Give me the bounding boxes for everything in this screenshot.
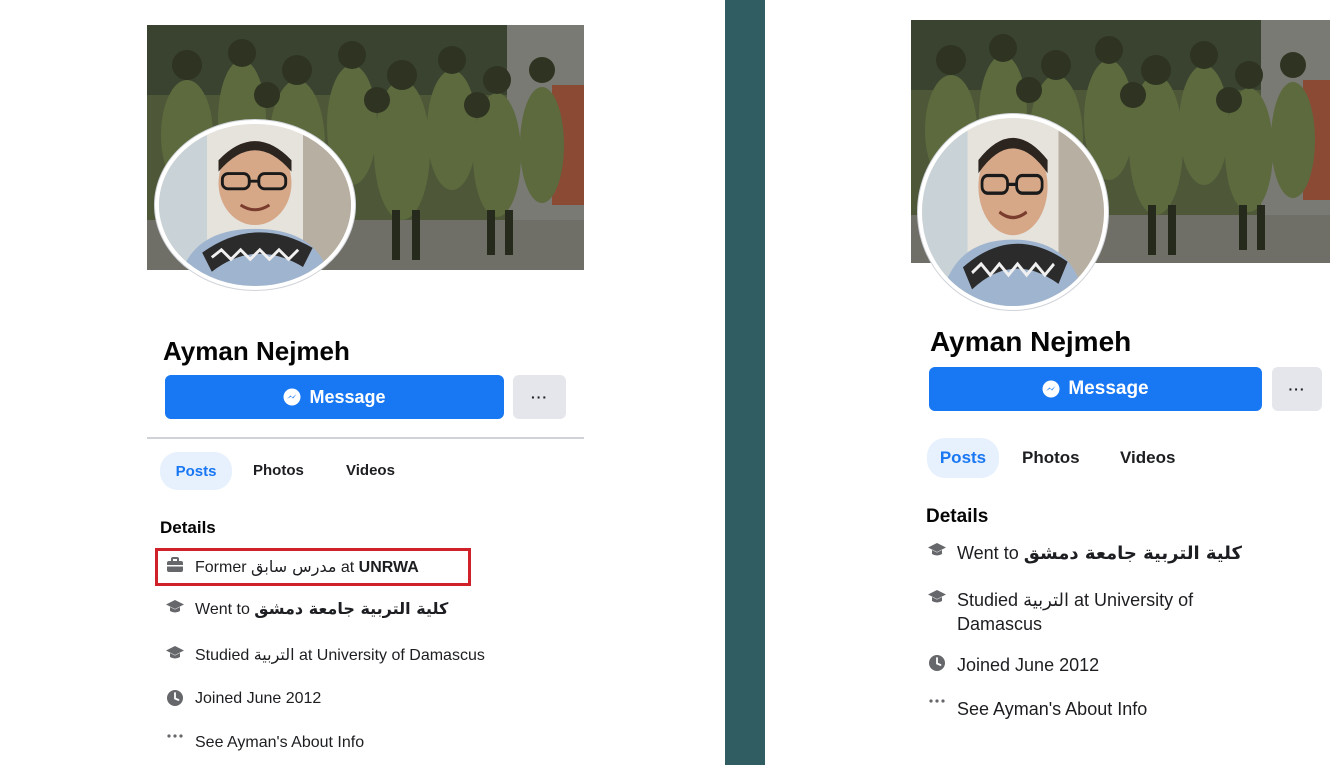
panel-divider-bar: [725, 0, 765, 765]
briefcase-icon: [165, 557, 185, 573]
see-about-link[interactable]: See Ayman's About Info: [957, 698, 1147, 721]
studied-prefix: Studied: [957, 590, 1019, 610]
went-to-prefix: Went to: [957, 543, 1019, 563]
joined-text: Joined June 2012: [195, 690, 322, 707]
detail-studied: Studied التربية at University of Damascu…: [927, 589, 1193, 635]
details-heading: Details: [160, 518, 216, 537]
work-at: at: [340, 559, 355, 576]
studied-field-arabic: التربية: [253, 645, 295, 664]
profile-avatar-image: [922, 118, 1104, 306]
ellipsis-icon: [165, 733, 185, 739]
left-profile-panel: Ayman Nejmeh Message ··· Posts Photos Vi…: [0, 0, 725, 765]
work-prefix: Former: [195, 559, 247, 576]
ellipsis-icon: ···: [531, 389, 548, 405]
message-button-label: Message: [1068, 378, 1149, 399]
message-button[interactable]: Message: [165, 375, 504, 419]
went-to-school-link[interactable]: كلية التربية جامعة دمشق: [254, 599, 448, 618]
ellipsis-icon: [927, 698, 947, 704]
see-about-link[interactable]: See Ayman's About Info: [195, 733, 364, 753]
messenger-icon: [283, 388, 301, 406]
more-options-button[interactable]: ···: [1272, 367, 1322, 411]
tab-posts[interactable]: Posts: [160, 452, 232, 490]
studied-suffix-line1: at University of: [1074, 590, 1194, 610]
studied-suffix-line2: Damascus: [957, 613, 1043, 634]
details-heading: Details: [926, 506, 989, 527]
profile-name: Ayman Nejmeh: [930, 326, 1132, 357]
tab-posts[interactable]: Posts: [927, 438, 999, 478]
profile-avatar-image: [159, 124, 351, 286]
tab-videos[interactable]: Videos: [346, 462, 395, 479]
graduation-cap-icon: [927, 589, 947, 605]
clock-icon: [927, 654, 947, 672]
studied-suffix: at University of Damascus: [299, 647, 485, 664]
studied-prefix: Studied: [195, 647, 250, 664]
right-profile-panel: Ayman Nejmeh Message ··· Posts Photos Vi…: [765, 0, 1330, 765]
detail-studied: Studied التربية at University of Damascu…: [165, 645, 485, 666]
work-title-arabic: مدرس سابق: [251, 557, 337, 576]
graduation-cap-icon: [165, 645, 185, 661]
ellipsis-icon: ···: [1288, 381, 1306, 397]
joined-text: Joined June 2012: [957, 655, 1100, 675]
graduation-cap-icon: [165, 599, 185, 615]
profile-name: Ayman Nejmeh: [163, 336, 350, 366]
went-to-school-link[interactable]: كلية التربية جامعة دمشق: [1024, 543, 1242, 564]
went-to-prefix: Went to: [195, 601, 250, 618]
messenger-icon: [1042, 380, 1060, 398]
detail-joined: Joined June 2012: [165, 689, 321, 709]
detail-went-to: Went to كلية التربية جامعة دمشق: [927, 542, 1242, 566]
tab-videos[interactable]: Videos: [1120, 448, 1175, 468]
profile-avatar[interactable]: [918, 114, 1108, 310]
detail-see-about[interactable]: See Ayman's About Info: [927, 698, 1147, 721]
more-options-button[interactable]: ···: [513, 375, 566, 419]
work-organization-link[interactable]: UNRWA: [359, 559, 419, 576]
message-button-label: Message: [309, 386, 386, 407]
detail-work: Former مدرس سابق at UNRWA: [165, 557, 419, 578]
clock-icon: [165, 689, 185, 707]
graduation-cap-icon: [927, 542, 947, 558]
detail-joined: Joined June 2012: [927, 654, 1099, 677]
profile-avatar[interactable]: [155, 120, 355, 290]
tab-photos[interactable]: Photos: [1022, 448, 1080, 468]
tab-photos[interactable]: Photos: [253, 462, 304, 479]
section-divider: [147, 437, 584, 439]
studied-field-arabic: التربية: [1023, 590, 1070, 611]
message-button[interactable]: Message: [929, 367, 1262, 411]
detail-went-to: Went to كلية التربية جامعة دمشق: [165, 599, 448, 620]
detail-see-about[interactable]: See Ayman's About Info: [165, 733, 364, 753]
